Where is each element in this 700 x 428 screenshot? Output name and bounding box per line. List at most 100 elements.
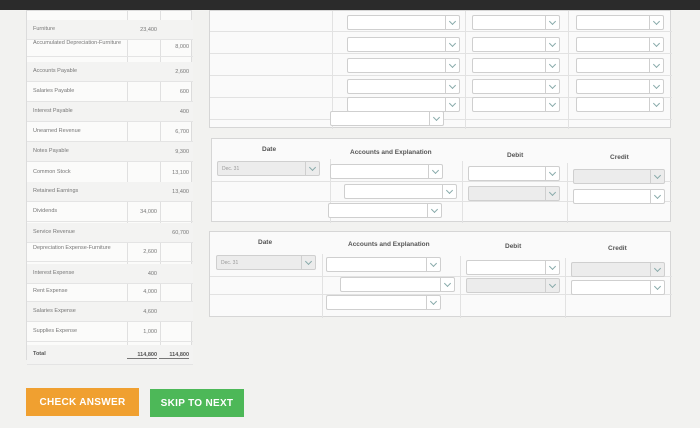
header-credit: Credit [608,245,627,252]
credit-select[interactable] [576,15,664,30]
date-value: Dec. 31 [222,166,240,172]
header-accounts: Accounts and Explanation [348,241,430,248]
column-divider [568,11,569,129]
chevron-down-icon [545,38,559,51]
debit-select[interactable] [468,166,560,181]
account-name: Accounts Payable [33,68,78,74]
credit-select[interactable] [573,189,665,204]
skip-to-next-button[interactable]: SKIP TO NEXT [150,389,244,417]
table-row: Depreciation Expense-Furniture 2,600 [27,242,193,262]
debit-amount: 114,800 [127,352,157,359]
chevron-down-icon [305,162,319,175]
chevron-down-icon [650,281,664,294]
column-divider [460,256,461,318]
debit-select[interactable] [466,260,560,275]
account-select[interactable] [347,37,460,52]
chevron-down-icon [428,165,442,178]
table-row: Rent Expense 4,000 [27,282,193,302]
account-select[interactable] [330,164,443,179]
row-divider [210,75,672,76]
credit-amount: 9,300 [175,149,189,155]
table-row: Dividends 34,000 [27,202,193,222]
credit-select[interactable] [576,58,664,73]
header-accounts: Accounts and Explanation [350,149,432,156]
account-select[interactable] [347,79,460,94]
chevron-down-icon [429,112,443,125]
account-name: Total [33,351,46,357]
chevron-down-icon [650,263,664,276]
account-select[interactable] [347,97,460,112]
journal-entry-2: Date Accounts and Explanation Debit Cred… [209,231,672,318]
table-row: Accumulated Depreciation-Furniture 8,000 [27,37,193,57]
chevron-down-icon [301,256,315,269]
chevron-down-icon [649,59,663,72]
credit-amount: 600 [179,89,189,95]
account-name: Unearned Revenue [33,128,81,134]
table-row: Unearned Revenue 6,700 [27,122,193,142]
debit-select[interactable] [468,186,560,201]
journal-entry-previous [209,10,672,129]
table-row: Retained Earnings 13,400 [27,182,193,202]
chevron-down-icon [440,278,454,291]
credit-amount: 6,700 [175,129,189,135]
journal-entry-1: Date Accounts and Explanation Debit Cred… [211,138,672,223]
account-select[interactable] [344,184,457,199]
credit-select[interactable] [576,37,664,52]
header-debit: Debit [505,243,522,250]
debit-select[interactable] [472,79,560,94]
account-select[interactable] [347,15,460,30]
credit-amount: 400 [179,109,189,115]
total-row: Total 114,800 114,800 [27,345,193,365]
chevron-down-icon [545,80,559,93]
debit-amount: 4,000 [143,289,157,295]
account-name: Notes Payable [33,148,69,154]
chevron-down-icon [650,190,664,203]
trial-balance-table: Furniture 23,400 Accumulated Depreciation-… [26,10,193,365]
debit-select[interactable] [472,58,560,73]
account-select[interactable] [340,277,455,292]
chevron-down-icon [545,261,559,274]
row-divider [210,31,672,32]
browser-top-strip [0,0,700,10]
chevron-down-icon [426,258,440,271]
account-name: Rent Expense [33,288,68,294]
debit-select[interactable] [472,97,560,112]
credit-amount: 2,600 [175,69,189,75]
table-row: Service Revenue 60,700 [27,223,193,243]
row-divider [210,53,672,54]
account-name: Common Stock [33,169,71,175]
account-select[interactable] [328,203,442,218]
debit-select[interactable] [472,15,560,30]
table-row: Interest Expense 400 [27,264,193,284]
table-row: Common Stock 13,100 [27,163,193,183]
credit-select[interactable] [576,97,664,112]
account-select[interactable] [326,257,441,272]
table-row: Salaries Expense 4,600 [27,302,193,322]
account-name: Accumulated Depreciation-Furniture [33,40,122,46]
header-debit: Debit [507,152,524,159]
credit-select[interactable] [573,169,665,184]
account-select[interactable] [326,295,441,310]
credit-select[interactable] [571,262,665,277]
credit-select[interactable] [576,79,664,94]
account-select[interactable] [330,111,444,126]
account-name: Retained Earnings [33,188,79,194]
chevron-down-icon [649,16,663,29]
account-select[interactable] [347,58,460,73]
debit-select[interactable] [466,278,560,293]
credit-amount: 60,700 [172,230,189,236]
chevron-down-icon [649,38,663,51]
date-select[interactable]: Dec. 31 [217,161,320,176]
date-select[interactable]: Dec. 31 [216,255,316,270]
table-row: Salaries Payable 600 [27,82,193,102]
debit-select[interactable] [472,37,560,52]
debit-amount: 1,000 [143,329,157,335]
table-row: Accounts Payable 2,600 [27,62,193,82]
debit-amount: 400 [147,271,157,277]
chevron-down-icon [445,98,459,111]
chevron-down-icon [426,296,440,309]
chevron-down-icon [649,98,663,111]
check-answer-button[interactable]: CHECK ANSWER [26,388,139,416]
credit-select[interactable] [571,280,665,295]
chevron-down-icon [650,170,664,183]
